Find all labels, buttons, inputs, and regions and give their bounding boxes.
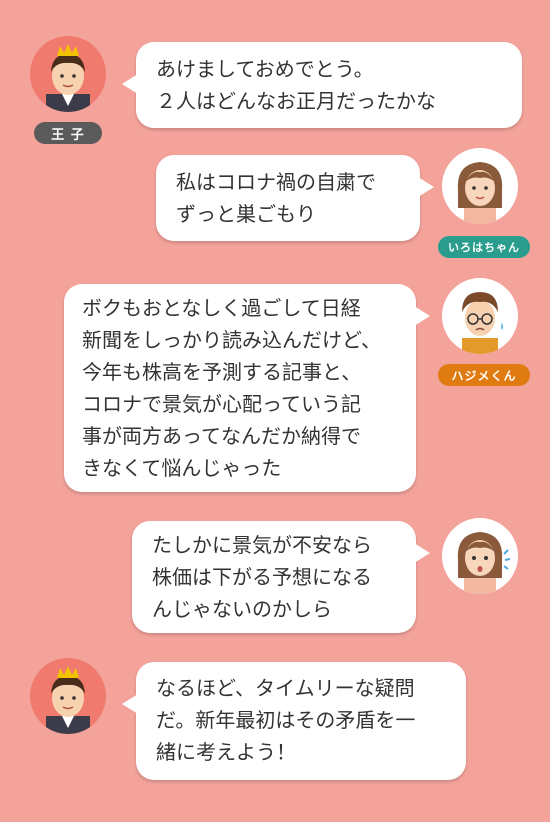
prince-face-icon [46, 44, 90, 112]
message-text-1: あけましておめでとう。 ２人はどんなお正月だったかな [156, 57, 436, 113]
hajime-avatar [442, 278, 518, 354]
message-text-5: なるほど、タイムリーな疑問 だ。新年最初はその矛盾を一 緒に考えよう！ [156, 676, 416, 764]
iroha-surprised-face-icon [457, 532, 511, 594]
prince-avatar [30, 36, 106, 112]
iroha-face-icon [457, 162, 503, 224]
message-bubble-2: 私はコロナ禍の自粛で ずっと巣ごもり [156, 155, 434, 241]
iroha-nametag: いろはちゃん [438, 236, 530, 258]
message-bubble-5: なるほど、タイムリーな疑問 だ。新年最初はその矛盾を一 緒に考えよう！ [122, 662, 466, 780]
hajime-face-icon [462, 292, 503, 354]
message-bubble-3: ボクもおとなしく過ごして日経 新聞をしっかり読み込んだけど、 今年も株高を予測す… [64, 284, 430, 492]
hajime-nametag: ハジメくん [438, 364, 530, 386]
iroha-avatar-2 [442, 518, 518, 594]
message-bubble-1: あけましておめでとう。 ２人はどんなお正月だったかな [122, 42, 522, 128]
message-text-3: ボクもおとなしく過ごして日経 新聞をしっかり読み込んだけど、 今年も株高を予測す… [82, 296, 381, 480]
iroha-avatar [442, 148, 518, 224]
message-text-2: 私はコロナ禍の自粛で ずっと巣ごもり [176, 170, 376, 226]
message-text-4: たしかに景気が不安なら 株価は下がる予想になる んじゃないのかしら [152, 533, 372, 621]
message-bubble-4: たしかに景気が不安なら 株価は下がる予想になる んじゃないのかしら [132, 521, 430, 633]
prince-face-icon-2 [46, 666, 90, 734]
prince-nametag: 王 子 [34, 122, 102, 144]
prince-avatar-2 [30, 658, 106, 734]
